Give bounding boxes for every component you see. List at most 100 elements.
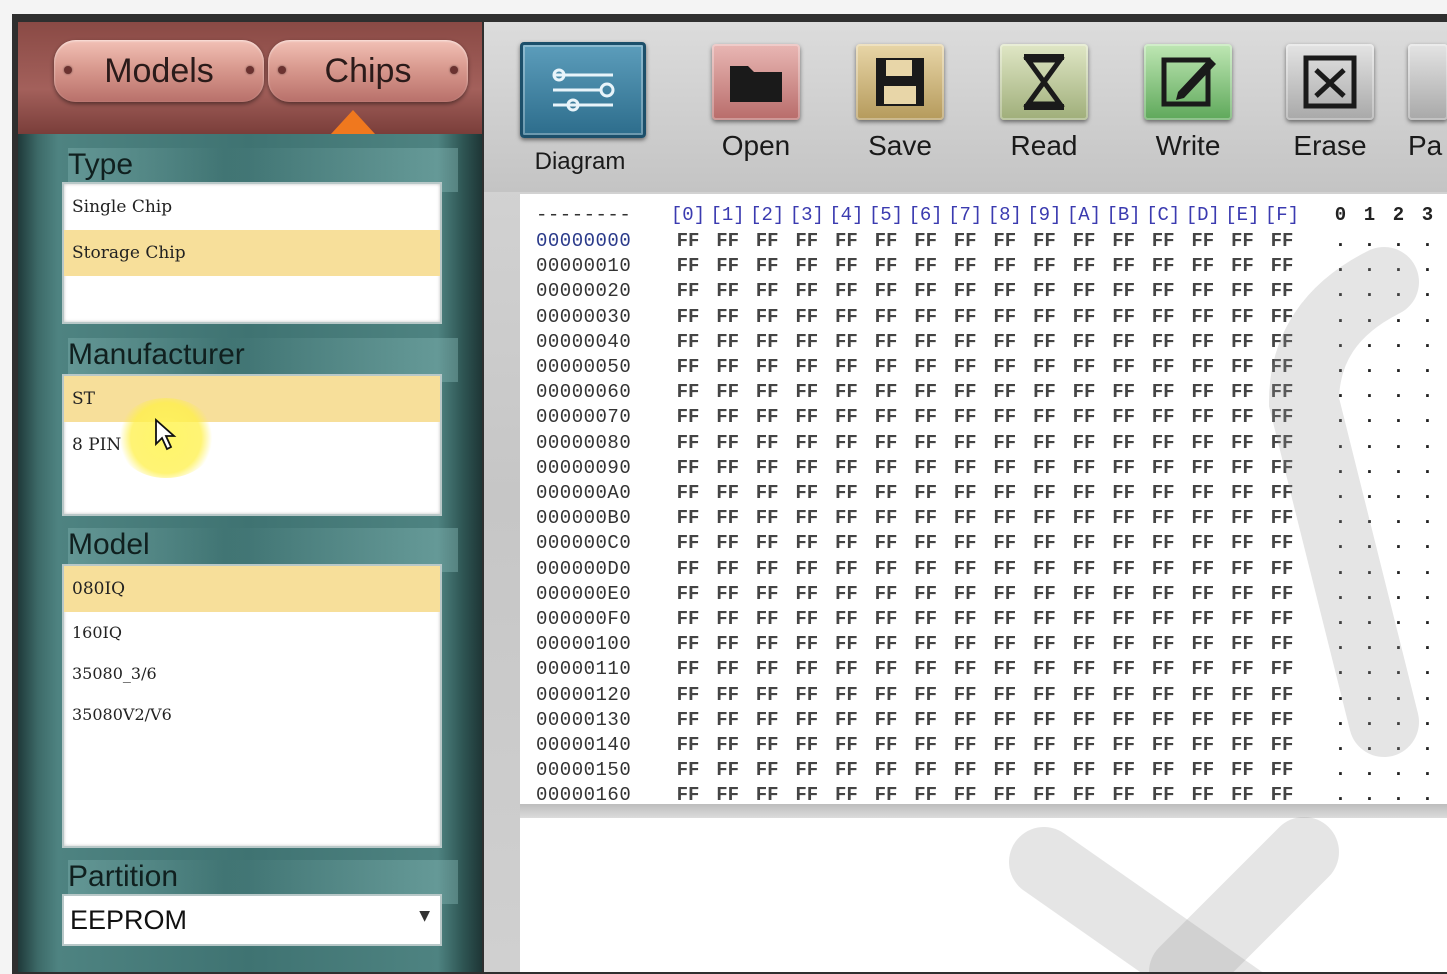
hex-byte: FF (1032, 683, 1056, 706)
hex-byte: FF (834, 406, 858, 429)
write-button[interactable]: Write (1128, 44, 1248, 162)
hex-byte: FF (953, 406, 977, 429)
hex-byte: FF (834, 532, 858, 555)
hex-byte: FF (953, 557, 977, 580)
tab-chips[interactable]: Chips (268, 40, 468, 102)
ascii-char: . (1442, 784, 1447, 804)
hex-byte: FF (914, 255, 937, 278)
hex-byte: FF (953, 280, 977, 303)
hex-byte: FF (676, 482, 700, 504)
hex-row-address: 00000120 (536, 683, 632, 706)
hex-byte: FF (1270, 230, 1294, 252)
hex-byte: FF (834, 280, 858, 303)
ascii-char: . (1334, 456, 1347, 479)
hex-byte: FF (834, 456, 858, 479)
ascii-char: . (1334, 381, 1347, 404)
hex-byte: FF (1072, 255, 1096, 278)
ascii-char: . (1442, 734, 1447, 756)
ascii-char: . (1334, 330, 1347, 353)
hex-byte: FF (834, 381, 858, 404)
hex-byte: FF (993, 784, 1017, 804)
hex-byte: FF (1151, 683, 1175, 706)
partial-button[interactable]: Pa (1408, 44, 1447, 162)
hex-byte: FF (716, 784, 739, 804)
ascii-char: . (1392, 255, 1405, 278)
ascii-char: . (1442, 507, 1447, 529)
hex-byte: FF (1112, 255, 1135, 278)
ascii-char: . (1392, 658, 1405, 681)
hex-row-address: 00000060 (536, 381, 632, 404)
ascii-char: . (1442, 331, 1447, 353)
tab-models[interactable]: Models (54, 40, 264, 102)
hex-row-address: 000000A0 (536, 482, 632, 504)
hex-byte: FF (1112, 230, 1135, 252)
model-item-080iq[interactable]: 080IQ (64, 566, 440, 612)
hex-byte: FF (1072, 431, 1096, 454)
model-list[interactable]: 080IQ 160IQ 35080_3/6 35080V2/V6 (62, 564, 442, 848)
ascii-char: . (1392, 532, 1405, 555)
model-item-160iq[interactable]: 160IQ (64, 612, 440, 653)
hex-byte: FF (1151, 507, 1175, 530)
hex-byte: FF (993, 280, 1017, 303)
diagram-button[interactable]: Diagram (520, 42, 646, 176)
left-panel: Models Chips Type Single Chip Storage Ch… (18, 22, 482, 972)
read-button[interactable]: Read (984, 44, 1104, 162)
hex-byte: FF (834, 784, 858, 804)
hex-byte: FF (1072, 633, 1096, 656)
ascii-char: . (1421, 305, 1434, 328)
ascii-char: . (1392, 456, 1405, 479)
hex-byte: FF (1230, 608, 1254, 630)
hex-byte: FF (834, 708, 858, 731)
ascii-char: . (1392, 431, 1405, 454)
hex-editor[interactable]: -------- [0] [1] [2] [3] [4] [5] [6] [7] [8] [9] [A… (520, 194, 1447, 804)
hex-byte: FF (716, 633, 739, 656)
hex-row-address: 00000150 (536, 759, 632, 782)
hex-byte: FF (1270, 356, 1294, 378)
hex-byte: FF (795, 734, 819, 756)
ascii-char: . (1442, 432, 1447, 454)
open-button[interactable]: Open (696, 44, 816, 162)
ascii-char: . (1442, 684, 1447, 706)
hex-column-header: [F] (1264, 204, 1300, 226)
hex-byte: FF (874, 507, 898, 530)
model-item-35080v2-v6[interactable]: 35080V2/V6 (64, 694, 440, 735)
hex-byte: FF (993, 608, 1017, 630)
hex-byte: FF (1072, 784, 1096, 804)
hex-byte: FF (1072, 381, 1096, 404)
model-item-35080-3-6[interactable]: 35080_3/6 (64, 653, 440, 694)
type-list[interactable]: Single Chip Storage Chip (62, 182, 442, 324)
hex-byte: FF (1112, 532, 1135, 555)
hex-byte: FF (1191, 557, 1215, 580)
hex-byte: FF (1270, 280, 1294, 303)
hex-byte: FF (795, 280, 819, 303)
ascii-char: . (1442, 482, 1447, 504)
hex-byte: FF (1032, 784, 1056, 804)
hex-byte: FF (716, 381, 739, 404)
hex-row-address: 00000040 (536, 330, 632, 353)
ascii-char: . (1392, 557, 1405, 580)
partition-value: EEPROM (70, 905, 188, 935)
hex-byte: FF (993, 658, 1017, 681)
hex-byte: FF (755, 381, 779, 404)
ascii-char: . (1421, 280, 1434, 303)
hex-byte: FF (1270, 381, 1294, 404)
partition-select[interactable]: EEPROM ▼ (62, 894, 442, 946)
manufacturer-item-st[interactable]: ST (64, 376, 440, 422)
hex-byte: FF (716, 532, 739, 555)
hex-byte: FF (1191, 406, 1215, 429)
circuit-diagram-icon (520, 42, 646, 138)
ascii-char: . (1392, 784, 1405, 804)
hex-byte: FF (716, 280, 739, 303)
hex-byte: FF (755, 759, 779, 782)
ascii-char: . (1334, 633, 1347, 656)
hex-byte: FF (716, 482, 739, 504)
chevron-down-icon[interactable]: ▼ (419, 908, 430, 924)
ascii-char: . (1421, 633, 1434, 656)
type-item-storage-chip[interactable]: Storage Chip (64, 230, 440, 276)
type-item-single-chip[interactable]: Single Chip (64, 184, 440, 230)
hex-byte: FF (1270, 305, 1294, 328)
hex-byte: FF (874, 708, 898, 731)
hex-byte: FF (1270, 784, 1294, 804)
erase-button[interactable]: Erase (1270, 44, 1390, 162)
save-button[interactable]: Save (840, 44, 960, 162)
